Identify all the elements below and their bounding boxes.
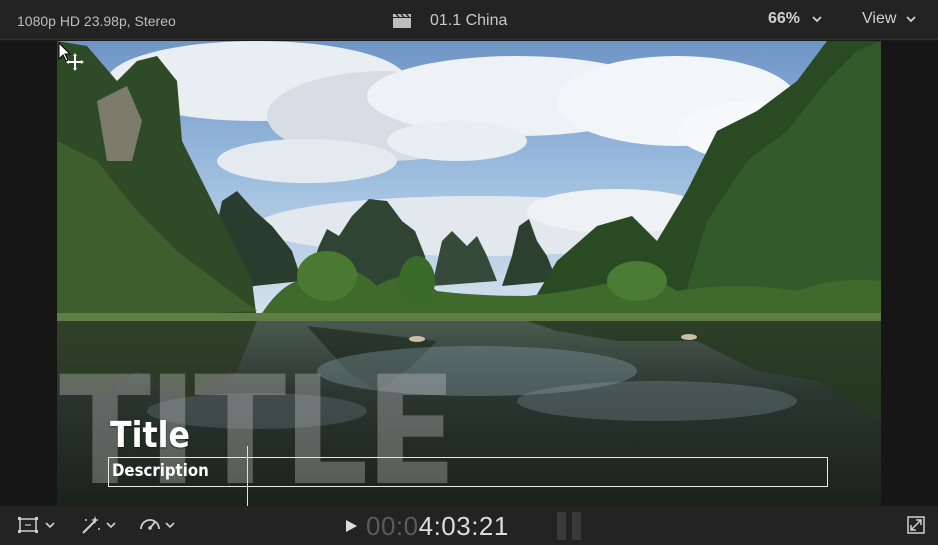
view-label: View — [862, 10, 897, 27]
play-icon[interactable] — [344, 519, 358, 533]
move-cursor-icon — [58, 41, 84, 71]
audio-meter-right — [572, 512, 581, 540]
video-frame[interactable]: TITLE Title Description — [57, 41, 881, 506]
format-info: 1080p HD 23.98p, Stereo — [17, 13, 176, 29]
clapperboard-icon — [393, 13, 411, 28]
transform-icon — [18, 517, 38, 533]
fullscreen-icon[interactable] — [907, 516, 925, 534]
chevron-down-icon — [45, 522, 55, 529]
chevron-down-icon — [812, 16, 822, 23]
chevron-down-icon — [106, 522, 116, 529]
retime-menu-button[interactable] — [139, 514, 175, 536]
description-text-box[interactable]: Description — [108, 457, 828, 487]
audio-meter-icon[interactable] — [557, 512, 583, 540]
description-text[interactable]: Description — [112, 461, 209, 481]
enhancements-menu-button[interactable] — [80, 514, 116, 536]
chevron-down-icon — [165, 522, 175, 529]
enhance-icon — [82, 516, 100, 534]
zoom-menu[interactable]: 66% — [768, 10, 822, 28]
view-menu[interactable]: View — [862, 10, 917, 28]
viewer-controls: 00:0 4:03:21 — [0, 506, 938, 545]
transform-menu-button[interactable] — [17, 514, 55, 536]
chevron-down-icon — [906, 16, 917, 23]
title-overlay[interactable]: TITLE Title Description — [57, 41, 881, 506]
timecode-display[interactable]: 00:0 4:03:21 — [344, 510, 509, 542]
audio-meter-left — [557, 512, 566, 540]
clip-name: 01.1 China — [430, 12, 508, 29]
viewer-header: 1080p HD 23.98p, Stereo 01.1 China 66% V… — [0, 0, 938, 40]
retime-icon — [140, 519, 160, 530]
timecode-value: 4:03:21 — [418, 510, 509, 541]
clip-title: 01.1 China — [392, 10, 507, 32]
timecode-leading: 00:0 — [366, 510, 419, 541]
title-text[interactable]: Title — [110, 415, 190, 456]
zoom-level: 66% — [768, 10, 801, 27]
viewer-canvas[interactable]: TITLE Title Description — [0, 41, 938, 506]
